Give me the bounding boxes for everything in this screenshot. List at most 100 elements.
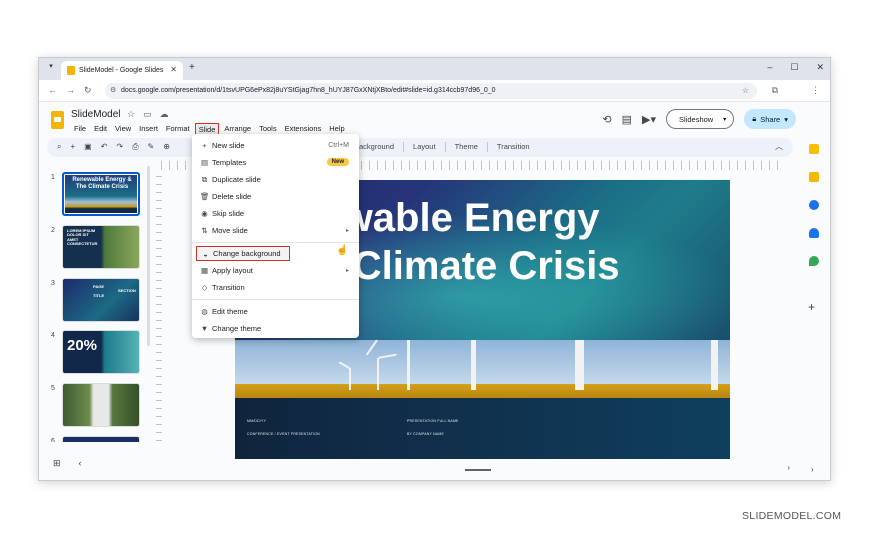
browser-tab[interactable]: SlideModel - Google Slides ✕: [61, 61, 183, 80]
side-panel: + ›: [800, 136, 830, 480]
filmstrip-scrollbar[interactable]: [147, 166, 150, 346]
new-tab-icon[interactable]: +: [189, 62, 195, 73]
wind-turbine: [471, 340, 476, 390]
close-tab-icon[interactable]: ✕: [170, 65, 177, 74]
slide-thumbnail-row[interactable]: 5: [39, 383, 149, 429]
paint-format-icon[interactable]: ✎: [148, 142, 155, 152]
share-label: Share: [760, 114, 781, 124]
extensions-icon[interactable]: ⧉: [772, 85, 778, 96]
search-menus-icon[interactable]: ⌕: [57, 142, 61, 152]
slides-logo-icon[interactable]: [51, 111, 64, 129]
menu-item-edit-theme[interactable]: ◍ Edit theme: [196, 304, 355, 319]
browser-window: ▾ SlideModel - Google Slides ✕ + – ☐ ✕ ←…: [38, 57, 831, 481]
watermark: SLIDEMODEL.COM: [742, 510, 842, 522]
layout-icon: ▦: [200, 266, 209, 275]
grid-view-icon[interactable]: ⊞: [53, 458, 61, 469]
menu-item-skip-slide[interactable]: ◉ Skip slide: [196, 206, 355, 221]
new-badge: New: [326, 158, 349, 166]
slide-thumbnail-row[interactable]: 4 20%: [39, 330, 149, 376]
tab-search-icon[interactable]: ▾: [45, 62, 57, 74]
share-button[interactable]: 🔒︎ Share ▾: [744, 109, 796, 129]
slide-thumbnail[interactable]: 20%: [62, 330, 140, 374]
url-field[interactable]: ⚙ docs.google.com/presentation/d/1tsvUPG…: [105, 83, 757, 99]
keep-icon[interactable]: [809, 172, 819, 182]
slide-thumbnail[interactable]: PAGE TITLE SECTION: [62, 278, 140, 322]
background-button[interactable]: ackground: [359, 142, 394, 152]
cloud-status-icon[interactable]: ☁: [160, 109, 169, 120]
bookmark-star-icon[interactable]: ☆: [742, 83, 749, 99]
slide-thumbnail[interactable]: [62, 383, 140, 427]
expand-panel-icon[interactable]: ›: [787, 463, 790, 472]
move-folder-icon[interactable]: ▭: [143, 109, 152, 120]
new-slide-layout-icon[interactable]: ▣: [84, 142, 92, 152]
menu-item-change-theme[interactable]: ▼ Change theme: [196, 321, 355, 336]
redo-icon[interactable]: ↷: [116, 142, 123, 152]
contacts-icon[interactable]: [809, 228, 819, 238]
layout-button[interactable]: Layout: [413, 142, 436, 152]
tab-strip: ▾ SlideModel - Google Slides ✕ + – ☐ ✕: [39, 58, 830, 80]
menu-edit[interactable]: Edit: [91, 123, 110, 136]
menu-item-move-slide[interactable]: ⇅ Move slide ▸: [196, 223, 355, 238]
calendar-icon[interactable]: [809, 144, 819, 154]
footer-date: MM/DD/YY: [247, 419, 267, 423]
star-icon[interactable]: ☆: [127, 109, 135, 120]
slide-title[interactable]: newable Energy he Climate Crisis: [295, 194, 730, 290]
get-addons-icon[interactable]: +: [808, 300, 815, 314]
menu-item-label: Apply layout: [212, 266, 253, 275]
collapse-filmstrip-icon[interactable]: ‹: [79, 458, 82, 469]
hide-side-panel-icon[interactable]: ›: [811, 465, 814, 474]
wind-turbine: [711, 340, 718, 390]
reload-icon[interactable]: ↻: [84, 85, 92, 96]
templates-icon: ▤: [200, 158, 209, 167]
undo-icon[interactable]: ↶: [101, 142, 108, 152]
menu-format[interactable]: Format: [163, 123, 193, 136]
footer-presenter: PRESENTATION FULL NAME: [407, 419, 459, 423]
tasks-icon[interactable]: [809, 200, 819, 210]
eye-icon: ◉: [201, 209, 208, 218]
forward-icon[interactable]: →: [66, 85, 75, 95]
slide-thumbnail[interactable]: [62, 436, 140, 442]
menu-item-apply-layout[interactable]: ▦ Apply layout ▸: [196, 263, 355, 278]
slide-thumbnail-row[interactable]: 1 Renewable Energy & The Climate Crisis: [39, 172, 149, 218]
canvas-scroll-indicator[interactable]: [465, 469, 491, 471]
vertical-ruler[interactable]: [156, 176, 162, 446]
collapse-toolbar-icon[interactable]: ︿: [775, 141, 783, 152]
version-history-icon[interactable]: ⟲: [602, 113, 611, 126]
meet-icon[interactable]: ▶▾: [642, 113, 656, 126]
slide-footer: MM/DD/YY CONFERENCE / EVENT PRESENTATION…: [235, 398, 730, 459]
slideshow-dropdown-icon[interactable]: ▾: [716, 109, 735, 129]
slide-thumbnail-row[interactable]: 3 PAGE TITLE SECTION: [39, 278, 149, 324]
slide-thumbnail-row[interactable]: 2 LOREM IPSUM DOLOR SIT AMET CONSECTETUR: [39, 225, 149, 271]
maps-icon[interactable]: [809, 256, 819, 266]
menu-item-label: Delete slide: [212, 192, 252, 201]
slide-thumbnail[interactable]: Renewable Energy & The Climate Crisis: [62, 172, 140, 216]
menu-item-label: Change theme: [212, 324, 262, 333]
share-dropdown-icon[interactable]: ▾: [784, 115, 788, 124]
menu-item-templates[interactable]: ▤ Templates New: [196, 155, 355, 170]
comments-icon[interactable]: ▤: [622, 113, 632, 126]
site-info-icon[interactable]: ⚙: [110, 83, 116, 99]
theme-button[interactable]: Theme: [455, 142, 478, 152]
menu-item-transition[interactable]: ◇ Transition: [196, 280, 355, 295]
minimize-icon[interactable]: –: [767, 62, 772, 73]
menu-view[interactable]: View: [112, 123, 134, 136]
back-icon[interactable]: ←: [48, 85, 57, 95]
document-title[interactable]: SlideModel: [71, 109, 120, 120]
add-slide-icon[interactable]: +: [70, 142, 75, 152]
menu-item-duplicate-slide[interactable]: ⧉ Duplicate slide: [196, 172, 355, 187]
menu-insert[interactable]: Insert: [136, 123, 161, 136]
menu-file[interactable]: File: [71, 123, 89, 136]
print-icon[interactable]: ⎙: [132, 142, 138, 152]
browser-menu-icon[interactable]: ⋮: [811, 85, 820, 96]
menu-item-change-background[interactable]: ◒ Change background: [196, 246, 290, 261]
footer-event: CONFERENCE / EVENT PRESENTATION: [247, 432, 320, 436]
slide-thumbnail[interactable]: LOREM IPSUM DOLOR SIT AMET CONSECTETUR: [62, 225, 140, 269]
transition-button[interactable]: Transition: [497, 142, 530, 152]
thumbnail-big-number: 20%: [67, 337, 98, 354]
close-window-icon[interactable]: ✕: [816, 62, 824, 73]
slide-thumbnail-row[interactable]: 6: [39, 436, 149, 442]
zoom-icon[interactable]: ⊕: [163, 142, 170, 152]
menu-item-delete-slide[interactable]: 🗑︎ Delete slide: [196, 189, 355, 204]
maximize-icon[interactable]: ☐: [790, 62, 798, 73]
menu-item-new-slide[interactable]: + New slide Ctrl+M: [196, 138, 355, 153]
